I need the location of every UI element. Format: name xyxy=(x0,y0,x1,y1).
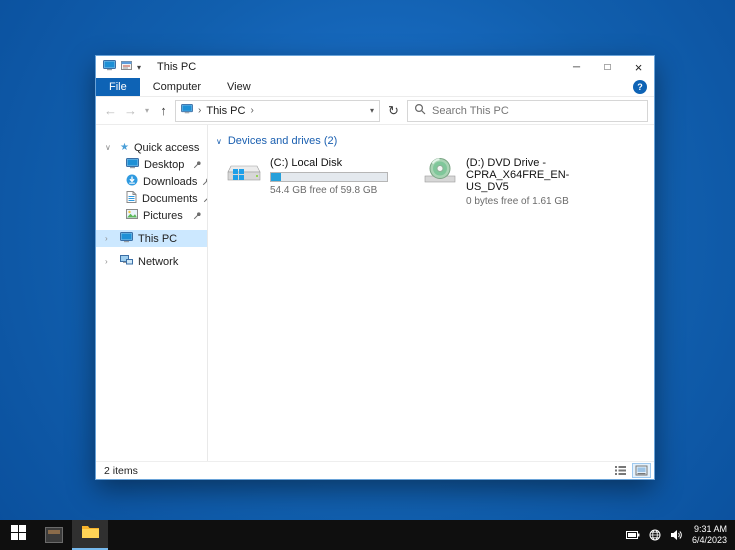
taskbar-clock[interactable]: 9:31 AM 6/4/2023 xyxy=(692,524,727,546)
items-count: 2 items xyxy=(104,464,138,477)
tab-file[interactable]: File xyxy=(96,78,140,96)
search-icon xyxy=(414,103,426,118)
drive-d-free-space: 0 bytes free of 1.61 GB xyxy=(466,196,569,207)
sidebar-item-network[interactable]: › Network xyxy=(96,253,207,270)
drive-tiles: (C:) Local Disk 54.4 GB free of 59.8 GB xyxy=(214,157,654,207)
pin-icon xyxy=(193,160,202,169)
network-icon[interactable] xyxy=(649,529,661,541)
chevron-down-icon[interactable]: ∨ xyxy=(105,139,111,156)
properties-icon[interactable] xyxy=(121,60,132,74)
battery-icon[interactable] xyxy=(625,530,640,540)
window-controls: ─ □ × xyxy=(561,56,654,78)
sidebar-item-documents[interactable]: Documents xyxy=(96,190,207,207)
pin-icon xyxy=(193,211,202,220)
sidebar-item-desktop[interactable]: Desktop xyxy=(96,156,207,173)
star-icon: ★ xyxy=(120,141,129,153)
drive-d-tile[interactable]: (D:) DVD Drive - CPRA_X64FRE_EN-US_DV5 0… xyxy=(422,157,612,207)
group-header-devices-and-drives[interactable]: ∨ Devices and drives (2) xyxy=(214,135,654,147)
address-pc-icon xyxy=(181,104,193,117)
navigation-pane: ∨ ★ Quick access Desktop Downloads Docum… xyxy=(96,125,208,461)
drive-c-usage-fill xyxy=(271,173,282,181)
refresh-button[interactable]: ↻ xyxy=(383,100,404,122)
drive-c-usage-bar xyxy=(270,172,388,182)
drive-c-name: (C:) Local Disk xyxy=(270,157,343,169)
status-bar: 2 items xyxy=(96,461,654,479)
back-button[interactable]: ← xyxy=(102,104,119,117)
breadcrumb-separator[interactable]: › xyxy=(198,105,201,116)
help-icon[interactable]: ? xyxy=(633,80,647,94)
clock-time: 9:31 AM xyxy=(693,524,727,534)
minimize-button[interactable]: ─ xyxy=(561,56,592,78)
tab-computer[interactable]: Computer xyxy=(140,78,214,96)
close-button[interactable]: × xyxy=(623,56,654,78)
sidebar-item-downloads[interactable]: Downloads xyxy=(96,173,207,190)
ribbon-tabstrip: File Computer View ? xyxy=(96,78,654,97)
sidebar-item-pictures[interactable]: Pictures xyxy=(96,207,207,224)
large-icons-view-icon[interactable] xyxy=(632,463,651,478)
file-list-area: ∨ Devices and drives (2) (C:) Local Disk… xyxy=(208,125,654,461)
address-bar[interactable]: › This PC › ▾ xyxy=(175,99,380,122)
maximize-button[interactable]: □ xyxy=(592,56,623,78)
file-explorer-taskbar-button[interactable] xyxy=(72,520,108,550)
start-button[interactable] xyxy=(0,520,36,550)
tab-view[interactable]: View xyxy=(214,78,264,96)
taskbar: 9:31 AM 6/4/2023 xyxy=(0,520,735,550)
pictures-icon xyxy=(126,209,138,222)
sidebar-item-quick-access[interactable]: ∨ ★ Quick access xyxy=(96,139,207,156)
drive-c-free-space: 54.4 GB free of 59.8 GB xyxy=(270,185,378,196)
titlebar[interactable]: ▾ This PC ─ □ × xyxy=(96,56,654,78)
up-button[interactable]: ↑ xyxy=(155,104,172,117)
forward-button[interactable]: → xyxy=(122,104,139,117)
desktop-icon xyxy=(126,157,139,172)
this-pc-icon xyxy=(120,231,133,246)
navigation-bar: ← → ▾ ↑ › This PC › ▾ ↻ xyxy=(96,97,654,125)
drive-d-name: (D:) DVD Drive - CPRA_X64FRE_EN-US_DV5 xyxy=(466,157,570,193)
volume-icon[interactable] xyxy=(670,529,683,541)
chevron-down-icon[interactable]: ∨ xyxy=(216,137,222,146)
quick-access-toolbar: ▾ xyxy=(96,60,141,74)
recent-locations-icon[interactable]: ▾ xyxy=(142,106,152,115)
system-menu-icon[interactable] xyxy=(103,60,116,74)
taskbar-app-button[interactable] xyxy=(36,520,72,550)
drive-c-tile[interactable]: (C:) Local Disk 54.4 GB free of 59.8 GB xyxy=(226,157,416,207)
hard-drive-icon xyxy=(226,157,262,190)
breadcrumb-this-pc[interactable]: This PC xyxy=(206,105,245,117)
chevron-right-icon[interactable]: › xyxy=(105,230,108,247)
sidebar-item-this-pc[interactable]: › This PC xyxy=(96,230,207,247)
dvd-drive-icon xyxy=(422,157,458,190)
window-title: This PC xyxy=(157,61,197,73)
network-icon xyxy=(120,254,133,269)
details-view-icon[interactable] xyxy=(611,463,630,478)
address-dropdown-icon[interactable]: ▾ xyxy=(370,106,374,115)
window-body: ∨ ★ Quick access Desktop Downloads Docum… xyxy=(96,125,654,461)
search-box[interactable] xyxy=(407,99,648,122)
breadcrumb-separator[interactable]: › xyxy=(250,105,253,116)
documents-icon xyxy=(126,191,137,206)
clock-date: 6/4/2023 xyxy=(691,535,727,545)
explorer-window: ▾ This PC ─ □ × File Computer View ? ← →… xyxy=(95,55,655,480)
folder-icon xyxy=(81,524,100,544)
downloads-icon xyxy=(126,174,138,189)
search-input[interactable] xyxy=(432,104,641,117)
desktop: ▾ This PC ─ □ × File Computer View ? ← →… xyxy=(0,0,735,550)
windows-logo-icon xyxy=(10,525,26,545)
qat-dropdown-icon[interactable]: ▾ xyxy=(137,63,141,72)
chevron-right-icon[interactable]: › xyxy=(105,253,108,270)
app-window-icon xyxy=(45,527,63,543)
system-tray: 9:31 AM 6/4/2023 xyxy=(625,520,735,550)
